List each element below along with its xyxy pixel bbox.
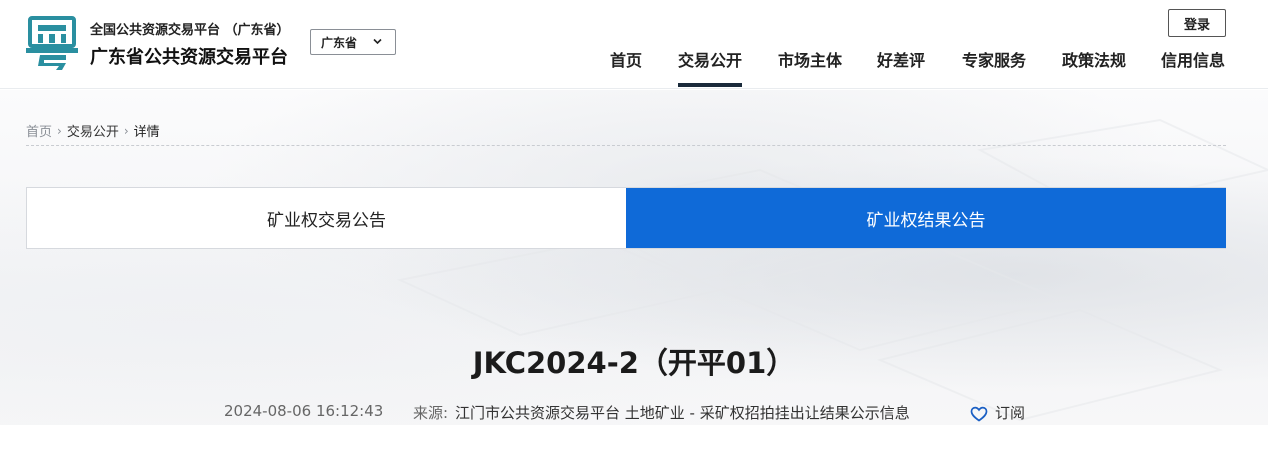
breadcrumb-section[interactable]: 交易公开 — [67, 121, 119, 140]
nav-item-credit-info[interactable]: 信用信息 — [1161, 48, 1225, 88]
breadcrumb-home[interactable]: 首页 — [26, 121, 52, 140]
breadcrumb-current: 详情 — [133, 125, 160, 140]
region-select-value: 广东省 — [321, 35, 358, 50]
region-select[interactable]: 广东省 — [310, 29, 396, 55]
nav-item-market-entities[interactable]: 市场主体 — [778, 48, 842, 88]
site-header: 全国公共资源交易平台 （广东省） 广东省公共资源交易平台 广东省 登录 首页 交… — [0, 0, 1268, 89]
source-label: 来源: — [413, 404, 449, 422]
publish-time: 2024-08-06 16:12:43 — [224, 402, 384, 420]
breadcrumb-divider — [26, 145, 1226, 146]
nav-item-transactions[interactable]: 交易公开 — [678, 48, 743, 88]
page-bottom — [0, 425, 1268, 455]
announcement-tabs: 矿业权交易公告 矿业权结果公告 — [26, 187, 1226, 249]
logo-icon[interactable] — [26, 15, 78, 71]
breadcrumb-separator: › — [57, 123, 62, 138]
nav-item-home[interactable]: 首页 — [610, 48, 642, 88]
nav-item-expert-services[interactable]: 专家服务 — [962, 48, 1026, 88]
brand-subtitle: 全国公共资源交易平台 （广东省） — [90, 23, 290, 38]
source-value: 江门市公共资源交易平台 土地矿业 - 采矿权招拍挂出让结果公示信息 — [455, 404, 910, 422]
breadcrumb: 首页 › 交易公开 › 详情 — [26, 121, 160, 141]
article-title: JKC2024-2（开平01） — [472, 346, 796, 380]
login-button[interactable]: 登录 — [1168, 9, 1226, 37]
tab-transaction-notice[interactable]: 矿业权交易公告 — [27, 188, 626, 248]
tab-result-notice[interactable]: 矿业权结果公告 — [626, 188, 1226, 248]
chevron-down-icon — [373, 38, 382, 45]
subscribe-label: 订阅 — [995, 404, 1026, 422]
nav-item-policies[interactable]: 政策法规 — [1062, 48, 1126, 88]
brand-title[interactable]: 广东省公共资源交易平台 — [90, 43, 288, 69]
nav-item-ratings[interactable]: 好差评 — [877, 48, 925, 88]
subscribe-button[interactable]: 订阅 — [970, 402, 1025, 423]
heart-icon — [970, 406, 988, 422]
breadcrumb-separator: › — [123, 123, 129, 138]
